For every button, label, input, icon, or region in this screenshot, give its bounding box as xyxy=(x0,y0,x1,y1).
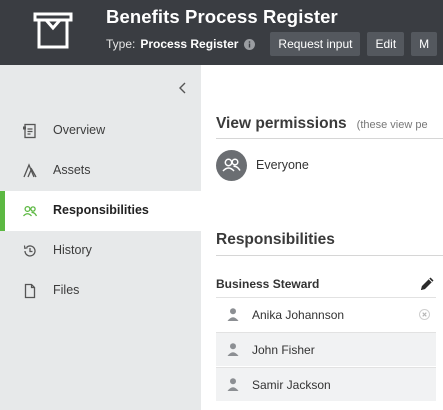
sidebar-item-overview[interactable]: Overview xyxy=(0,111,201,151)
person-name: John Fisher xyxy=(252,343,315,357)
sidebar-item-responsibilities[interactable]: Responsibilities xyxy=(0,191,201,231)
list-item[interactable]: John Fisher xyxy=(216,332,436,366)
asset-type-row: Type: Process Register Request input Edi… xyxy=(106,32,443,56)
list-item[interactable]: Anika Johannson xyxy=(216,297,436,331)
info-icon[interactable] xyxy=(244,38,256,50)
user-icon xyxy=(227,308,239,321)
people-icon xyxy=(23,205,38,217)
person-name: Samir Jackson xyxy=(252,378,331,392)
file-icon xyxy=(24,283,36,299)
everyone-avatar xyxy=(216,150,247,181)
sidebar-item-label: History xyxy=(53,243,92,257)
collapse-sidebar-icon[interactable] xyxy=(176,80,190,96)
edit-button[interactable]: Edit xyxy=(367,32,405,56)
sidebar-item-history[interactable]: History xyxy=(0,231,201,271)
role-header: Business Steward xyxy=(216,274,436,296)
view-permissions-note: (these view pe xyxy=(356,119,428,131)
assets-icon xyxy=(23,163,37,178)
sidebar-item-files[interactable]: Files xyxy=(0,271,201,311)
sidebar-item-label: Files xyxy=(53,283,80,297)
user-icon xyxy=(227,378,239,391)
active-indicator xyxy=(0,191,5,231)
sidebar-item-label: Overview xyxy=(53,123,106,137)
remove-icon[interactable] xyxy=(419,309,430,320)
page-title: Benefits Process Register xyxy=(106,6,338,27)
sidebar-item-label: Responsibilities xyxy=(53,203,149,217)
history-icon xyxy=(23,245,36,257)
responsibilities-title: Responsibilities xyxy=(216,231,335,248)
sidebar-item-assets[interactable]: Assets xyxy=(0,151,201,191)
main-content: View permissions (these view pe Everyone… xyxy=(201,65,443,410)
view-permissions-title: View permissions xyxy=(216,115,347,132)
process-register-icon xyxy=(33,12,73,49)
person-name: Anika Johannson xyxy=(252,308,345,322)
sidebar-item-label: Assets xyxy=(53,163,91,177)
more-button[interactable]: M xyxy=(411,32,438,56)
request-input-button[interactable]: Request input xyxy=(270,32,361,56)
type-key-label: Type: xyxy=(106,37,136,51)
role-label: Business Steward xyxy=(216,277,320,291)
everyone-label: Everyone xyxy=(256,158,309,172)
section-divider xyxy=(216,138,443,139)
type-value: Process Register xyxy=(140,37,239,51)
user-icon xyxy=(227,343,239,356)
view-permissions-header: View permissions (these view pe xyxy=(216,115,428,133)
sidebar: Overview Assets Responsibilities History xyxy=(0,65,201,410)
group-icon xyxy=(222,158,241,172)
overview-doc-icon xyxy=(23,123,36,139)
list-item[interactable]: Samir Jackson xyxy=(216,367,436,401)
section-divider xyxy=(216,255,443,256)
page-header: Benefits Process Register Type: Process … xyxy=(0,0,443,65)
pencil-icon[interactable] xyxy=(418,275,436,293)
